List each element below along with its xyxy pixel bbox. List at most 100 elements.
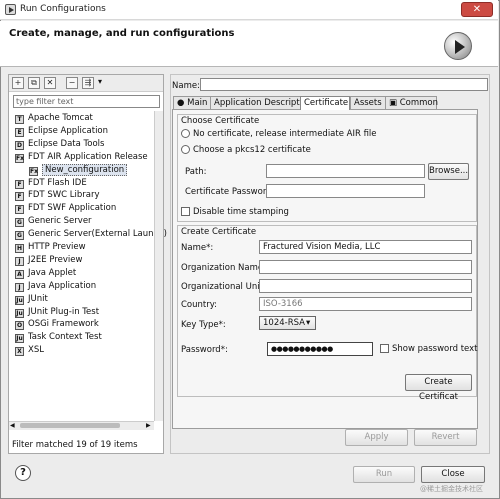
config-type-icon: H bbox=[15, 244, 24, 253]
tree-item[interactable]: Ju JUnit Plug-in Test bbox=[15, 306, 99, 318]
tree-item[interactable]: X XSL bbox=[15, 344, 44, 357]
help-icon[interactable]: ? bbox=[15, 465, 31, 481]
tab-main[interactable]: ● Main bbox=[173, 96, 211, 110]
tree-item-label: HTTP Preview bbox=[28, 242, 86, 252]
horizontal-scroll-thumb[interactable] bbox=[20, 423, 120, 428]
apply-button[interactable]: Apply bbox=[345, 429, 408, 446]
tree-item[interactable]: G Generic Server(External Launch) bbox=[15, 228, 167, 241]
new-config-icon[interactable]: + bbox=[12, 77, 24, 89]
organization-name-input[interactable] bbox=[259, 260, 472, 274]
create-certificate-button[interactable]: Create Certificat bbox=[405, 374, 472, 402]
tab-application-descriptor[interactable]: Application Descriptor bbox=[210, 96, 308, 110]
tree-item-label: Java Applet bbox=[28, 267, 77, 278]
pkcs12-radio[interactable] bbox=[181, 145, 190, 154]
config-type-icon: G bbox=[15, 231, 24, 241]
collapse-all-icon[interactable]: − bbox=[66, 77, 78, 89]
show-password-label: Show password text bbox=[392, 344, 478, 354]
tree-item[interactable]: Ju Task Context Test bbox=[15, 331, 102, 344]
config-type-icon: F bbox=[15, 179, 24, 189]
config-type-icon: A bbox=[15, 269, 24, 279]
run-app-icon bbox=[5, 4, 16, 15]
watermark: @稀土掘金技术社区 bbox=[420, 485, 483, 493]
tree-item-label: New_configuration bbox=[42, 163, 128, 176]
close-button[interactable]: Close bbox=[421, 466, 485, 483]
tree-item[interactable]: F FDT Flash IDE bbox=[15, 177, 87, 189]
cert-name-label: Name*: bbox=[181, 243, 214, 253]
window-close-button[interactable]: ✕ bbox=[461, 2, 493, 17]
run-play-icon bbox=[444, 32, 472, 60]
tree-item[interactable]: T Apache Tomcat bbox=[15, 112, 93, 124]
name-input[interactable] bbox=[200, 78, 488, 91]
duplicate-config-icon[interactable]: ⧉ bbox=[28, 77, 40, 89]
tree-item-label: FDT AIR Application Release bbox=[28, 151, 148, 162]
tree-item-label: Java Application bbox=[28, 280, 97, 291]
disable-timestamping-checkbox[interactable] bbox=[181, 207, 190, 216]
tree-item-label: OSGi Framework bbox=[28, 319, 99, 330]
tree-item[interactable]: A Java Applet bbox=[15, 267, 76, 279]
config-type-icon: F bbox=[15, 192, 24, 202]
config-type-icon: Ju bbox=[15, 308, 24, 318]
chevron-down-icon: ▾ bbox=[306, 318, 311, 328]
key-type-select[interactable]: 1024-RSA ▾ bbox=[259, 316, 316, 330]
tree-item[interactable]: H HTTP Preview bbox=[15, 241, 86, 253]
certificate-password-label: Certificate Password: bbox=[185, 187, 275, 197]
tab-common[interactable]: ▣ Common bbox=[385, 96, 438, 110]
filter-status: Filter matched 19 of 19 items bbox=[12, 440, 138, 450]
name-label: Name: bbox=[172, 81, 200, 91]
run-tab-icon: ● bbox=[177, 98, 185, 108]
tab-assets[interactable]: Assets bbox=[350, 96, 386, 110]
config-type-icon: Ju bbox=[15, 334, 24, 344]
path-input[interactable] bbox=[266, 164, 425, 178]
tree-item[interactable]: Fx FDT AIR Application Release bbox=[15, 151, 148, 163]
organizational-unit-label: Organizational Unit: bbox=[181, 282, 266, 292]
cert-name-input[interactable]: Fractured Vision Media, LLC bbox=[259, 240, 472, 254]
tree-item[interactable]: D Eclipse Data Tools bbox=[15, 138, 104, 150]
config-type-icon: X bbox=[15, 347, 24, 357]
create-certificate-title: Create Certificate bbox=[181, 227, 257, 237]
tree-item[interactable]: G Generic Server bbox=[15, 215, 92, 228]
no-certificate-radio[interactable] bbox=[181, 129, 190, 138]
delete-config-icon[interactable]: ✕ bbox=[44, 77, 56, 89]
tree-item[interactable]: J Java Application bbox=[15, 280, 96, 292]
tree-vertical-scrollbar[interactable] bbox=[154, 111, 163, 421]
show-password-checkbox[interactable] bbox=[380, 344, 389, 353]
config-type-icon: Ju bbox=[15, 295, 24, 305]
tree-item-label: JUnit Plug-in Test bbox=[28, 306, 100, 317]
tree-item[interactable]: Ju JUnit bbox=[15, 293, 48, 305]
organizational-unit-input[interactable] bbox=[259, 279, 472, 293]
country-input[interactable]: ISO-3166 bbox=[259, 297, 472, 311]
tree-item-selected[interactable]: Fx New_configuration bbox=[29, 163, 128, 176]
tree-item[interactable]: O OSGi Framework bbox=[15, 318, 99, 331]
organization-name-label: Organization Name: bbox=[181, 263, 266, 273]
config-type-icon: F bbox=[15, 205, 24, 215]
config-type-icon: G bbox=[15, 218, 24, 228]
tree-item[interactable]: J J2EE Preview bbox=[15, 254, 82, 266]
password-input[interactable]: ●●●●●●●●●●● bbox=[267, 342, 373, 356]
filter-input[interactable]: type filter text bbox=[13, 95, 160, 108]
config-type-icon: O bbox=[15, 321, 24, 331]
tree-item-label: Generic Server(External Launch) bbox=[28, 229, 167, 240]
tree-item[interactable]: F FDT SWC Library bbox=[15, 189, 100, 202]
tree-item-label: Task Context Test bbox=[28, 332, 102, 343]
run-button[interactable]: Run bbox=[353, 466, 415, 483]
path-label: Path: bbox=[185, 167, 207, 177]
revert-button[interactable]: Revert bbox=[414, 429, 477, 446]
tab-certificate[interactable]: Certificate bbox=[300, 96, 350, 110]
config-type-icon: Fx bbox=[15, 153, 24, 163]
tree-item-label: JUnit bbox=[28, 293, 48, 304]
config-type-icon: J bbox=[15, 282, 24, 292]
disable-timestamping-label: Disable time stamping bbox=[193, 207, 289, 217]
config-type-icon: E bbox=[15, 127, 24, 137]
scroll-left-icon[interactable]: ◀ bbox=[10, 422, 15, 429]
tree-item[interactable]: E Eclipse Application bbox=[15, 125, 108, 137]
browse-button[interactable]: Browse... bbox=[428, 163, 469, 180]
tree-item-label: J2EE Preview bbox=[28, 254, 83, 265]
tree-item[interactable]: F FDT SWF Application bbox=[15, 202, 117, 215]
certificate-password-input[interactable] bbox=[266, 184, 425, 198]
scroll-right-icon[interactable]: ▶ bbox=[146, 422, 151, 429]
tree-item-label: FDT SWF Application bbox=[28, 203, 117, 214]
window-title: Run Configurations bbox=[20, 4, 106, 14]
tree-item-label: XSL bbox=[28, 345, 44, 356]
filter-icon[interactable]: ⇶ bbox=[82, 77, 94, 89]
dropdown-icon[interactable]: ▾ bbox=[98, 77, 102, 86]
